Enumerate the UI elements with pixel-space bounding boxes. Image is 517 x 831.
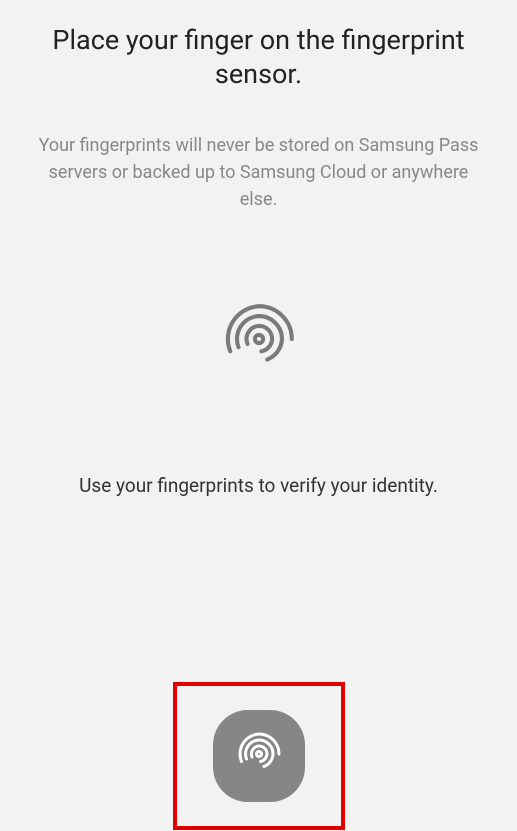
fingerprint-sensor-icon xyxy=(234,729,284,783)
fingerprint-icon xyxy=(218,298,300,384)
sensor-highlight-box xyxy=(173,682,345,830)
fingerprint-sensor-button[interactable] xyxy=(213,710,305,802)
verify-instruction: Use your fingerprints to verify your ide… xyxy=(79,474,438,497)
page-title: Place your finger on the fingerprint sen… xyxy=(30,24,487,92)
fingerprint-illustration xyxy=(218,298,300,384)
privacy-subtitle: Your fingerprints will never be stored o… xyxy=(30,132,487,213)
